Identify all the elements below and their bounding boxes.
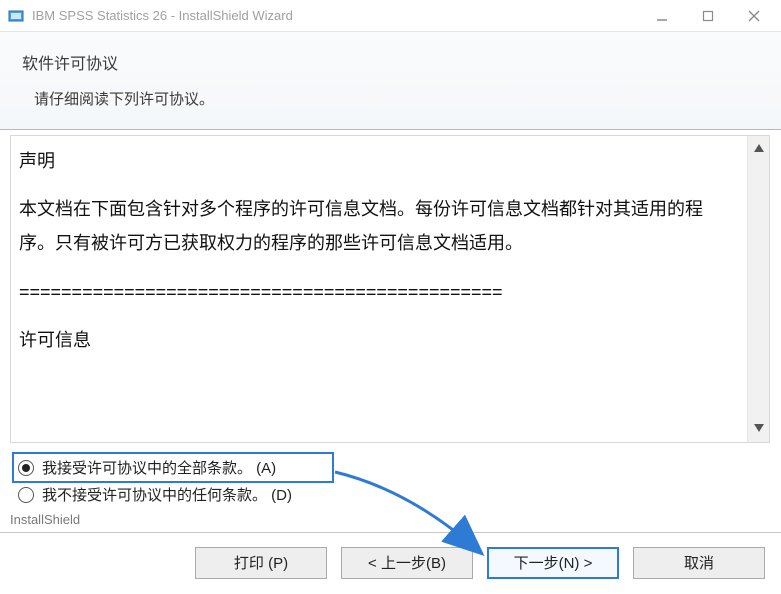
license-text[interactable]: 声明 本文档在下面包含针对多个程序的许可信息文档。每份许可信息文档都针对其适用的… [11,136,747,442]
header-subtitle: 请仔细阅读下列许可协议。 [34,88,771,109]
header-title: 软件许可协议 [22,50,771,74]
cancel-button[interactable]: 取消 [633,547,765,579]
license-separator: ========================================… [19,275,737,309]
radio-icon [18,487,34,503]
license-p-info: 许可信息 [19,323,737,357]
next-button[interactable]: 下一步(N) > [487,547,619,579]
window-title: IBM SPSS Statistics 26 - InstallShield W… [32,8,639,23]
scroll-up-icon[interactable] [753,142,765,156]
license-box: 声明 本文档在下面包含针对多个程序的许可信息文档。每份许可信息文档都针对其适用的… [10,135,770,443]
radio-decline-label: 我不接受许可协议中的任何条款。 (D) [42,484,292,505]
license-choice-group: 我接受许可协议中的全部条款。 (A) 我不接受许可协议中的任何条款。 (D) [14,454,332,508]
minimize-button[interactable] [639,0,685,32]
scroll-down-icon[interactable] [753,422,765,436]
radio-decline[interactable]: 我不接受许可协议中的任何条款。 (D) [14,481,332,508]
titlebar: IBM SPSS Statistics 26 - InstallShield W… [0,0,781,32]
back-button[interactable]: < 上一步(B) [341,547,473,579]
installer-icon [6,6,26,26]
footer: 打印 (P) < 上一步(B) 下一步(N) > 取消 [0,532,781,592]
radio-accept[interactable]: 我接受许可协议中的全部条款。 (A) [14,454,332,481]
maximize-button[interactable] [685,0,731,32]
radio-icon [18,460,34,476]
close-button[interactable] [731,0,777,32]
brand-label: InstallShield [10,512,80,527]
scrollbar[interactable] [747,136,769,442]
license-p-declaration: 声明 [19,144,737,178]
radio-accept-label: 我接受许可协议中的全部条款。 (A) [42,457,276,478]
print-button[interactable]: 打印 (P) [195,547,327,579]
license-p-body: 本文档在下面包含针对多个程序的许可信息文档。每份许可信息文档都针对其适用的程序。… [19,192,737,260]
wizard-header: 软件许可协议 请仔细阅读下列许可协议。 [0,32,781,130]
